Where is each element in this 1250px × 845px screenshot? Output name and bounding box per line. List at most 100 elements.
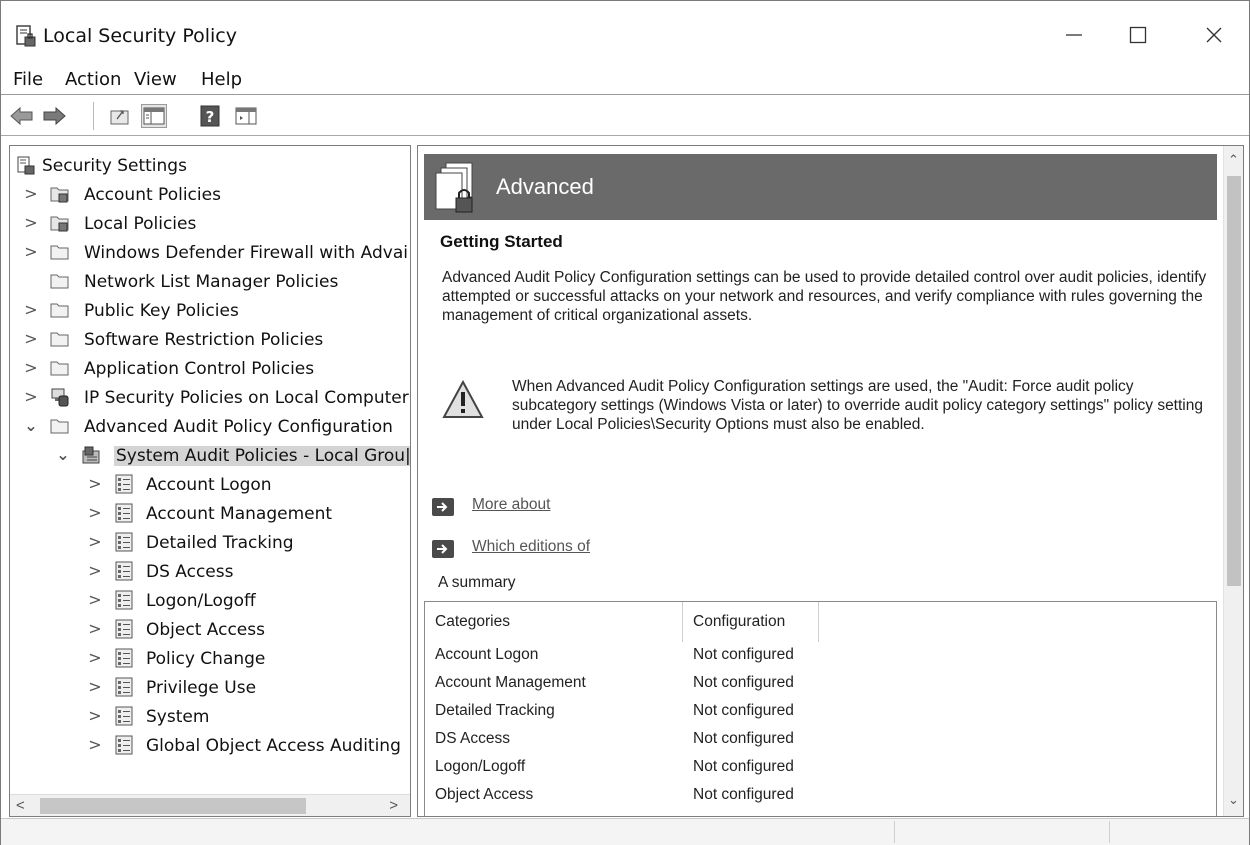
tree-item-ds-access[interactable]: > DS Access: [10, 558, 410, 586]
details-vertical-scrollbar[interactable]: ⌃ ⌄: [1223, 146, 1243, 816]
scrollbar-thumb[interactable]: [40, 798, 306, 814]
maximize-button[interactable]: [1115, 15, 1161, 55]
expand-chevron-icon[interactable]: >: [88, 620, 102, 638]
configuration-cell: Not configured: [693, 786, 794, 803]
console-tree-pane[interactable]: Security Settings > Account Policies > L…: [9, 145, 411, 817]
back-button[interactable]: [9, 104, 35, 128]
folder-lock-icon: [50, 187, 69, 203]
scrollbar-thumb[interactable]: [1227, 176, 1241, 586]
getting-started-description: Advanced Audit Policy Configuration sett…: [442, 269, 1207, 324]
tree-item-application-control[interactable]: > Application Control Policies: [10, 355, 410, 383]
expand-chevron-icon[interactable]: >: [88, 475, 102, 493]
close-button[interactable]: [1191, 15, 1237, 55]
expand-chevron-icon[interactable]: >: [88, 678, 102, 696]
tree-label: Account Policies: [84, 185, 221, 205]
collapse-chevron-icon[interactable]: ⌄: [56, 446, 70, 464]
menu-help[interactable]: Help: [201, 69, 242, 90]
audit-policies-icon: [82, 446, 100, 464]
expand-chevron-icon[interactable]: >: [24, 243, 38, 261]
expand-chevron-icon[interactable]: >: [24, 359, 38, 377]
show-hide-console-tree-button[interactable]: [141, 104, 167, 128]
configuration-cell: Not configured: [693, 758, 794, 775]
tree-item-logon-logoff[interactable]: > Logon/Logoff: [10, 587, 410, 615]
show-hide-action-pane-button[interactable]: [233, 104, 259, 128]
configuration-cell: Not configured: [693, 702, 794, 719]
scroll-right-icon[interactable]: >: [389, 797, 398, 814]
link-text[interactable]: More about: [472, 496, 550, 514]
help-button[interactable]: ?: [197, 104, 223, 128]
expand-chevron-icon[interactable]: >: [24, 214, 38, 232]
tree-item-software-restriction[interactable]: > Software Restriction Policies: [10, 326, 410, 354]
expand-chevron-icon[interactable]: >: [88, 533, 102, 551]
tree-label: Advanced Audit Policy Configuration: [84, 417, 393, 437]
tree-item-system-audit-policies[interactable]: ⌄ System Audit Policies - Local Grou|: [10, 442, 410, 470]
tree-item-privilege-use[interactable]: > Privilege Use: [10, 674, 410, 702]
tree-item-object-access[interactable]: > Object Access: [10, 616, 410, 644]
table-row: Object Access Not configured: [425, 782, 825, 810]
table-row: Account Management Not configured: [425, 670, 825, 698]
forward-icon: [43, 107, 66, 125]
minimize-icon: [1066, 34, 1082, 36]
getting-started-heading: Getting Started: [440, 232, 563, 251]
link-text[interactable]: Which editions of: [472, 538, 590, 556]
scroll-left-icon[interactable]: <: [16, 797, 25, 814]
policy-list-icon: [115, 648, 133, 668]
tree-label: Global Object Access Auditing: [146, 736, 401, 756]
tree-label: Policy Change: [146, 649, 266, 669]
expand-chevron-icon[interactable]: >: [88, 649, 102, 667]
scroll-up-icon[interactable]: ⌃: [1228, 152, 1239, 168]
tree-label: Application Control Policies: [84, 359, 315, 379]
policy-list-icon: [115, 474, 133, 494]
tree-item-local-policies[interactable]: > Local Policies: [10, 210, 410, 238]
expand-chevron-icon[interactable]: >: [88, 707, 102, 725]
tree-item-account-management[interactable]: > Account Management: [10, 500, 410, 528]
tree-label: Network List Manager Policies: [84, 272, 339, 292]
details-pane: Advanced Getting Started Advanced Audit …: [417, 145, 1244, 817]
tree-item-public-key-policies[interactable]: > Public Key Policies: [10, 297, 410, 325]
up-one-level-button[interactable]: [107, 104, 133, 128]
expand-chevron-icon[interactable]: >: [88, 591, 102, 609]
tree-label: System Audit Policies - Local Grou|: [114, 446, 411, 466]
tree-horizontal-scrollbar[interactable]: < >: [10, 794, 410, 816]
tree-item-policy-change[interactable]: > Policy Change: [10, 645, 410, 673]
up-folder-icon: [110, 110, 129, 125]
folder-icon: [50, 419, 69, 434]
scroll-down-icon[interactable]: ⌄: [1228, 792, 1239, 808]
tree-item-ip-security-policies[interactable]: > IP Security Policies on Local Computer: [10, 384, 410, 412]
expand-chevron-icon[interactable]: >: [88, 504, 102, 522]
policy-list-icon: [115, 677, 133, 697]
maximize-icon: [1129, 26, 1147, 44]
tree-item-system[interactable]: > System: [10, 703, 410, 731]
tree-item-detailed-tracking[interactable]: > Detailed Tracking: [10, 529, 410, 557]
tree-label: Object Access: [146, 620, 265, 640]
status-separator: [1109, 821, 1110, 843]
warning-icon: [442, 380, 484, 418]
expand-chevron-icon[interactable]: >: [24, 330, 38, 348]
expand-chevron-icon[interactable]: >: [88, 562, 102, 580]
column-header-categories[interactable]: Categories: [425, 602, 683, 642]
expand-chevron-icon[interactable]: >: [24, 185, 38, 203]
menu-view[interactable]: View: [134, 69, 177, 90]
security-settings-icon: [17, 156, 35, 175]
tree-item-account-policies[interactable]: > Account Policies: [10, 181, 410, 209]
tree-item-windows-defender-firewall[interactable]: > Windows Defender Firewall with Advai: [10, 239, 410, 267]
tree-item-account-logon[interactable]: > Account Logon: [10, 471, 410, 499]
app-icon: [16, 25, 36, 47]
expand-chevron-icon[interactable]: >: [88, 736, 102, 754]
column-header-configuration[interactable]: Configuration: [683, 602, 819, 642]
title-bar[interactable]: Local Security Policy: [1, 1, 1249, 67]
minimize-button[interactable]: [1051, 15, 1097, 55]
summary-label: A summary: [438, 574, 516, 591]
tree-item-advanced-audit-policy[interactable]: ⌄ Advanced Audit Policy Configuration: [10, 413, 410, 441]
tree-item-network-list-manager[interactable]: Network List Manager Policies: [10, 268, 410, 296]
forward-button[interactable]: [41, 104, 67, 128]
expand-chevron-icon[interactable]: >: [24, 388, 38, 406]
menu-file[interactable]: File: [13, 69, 43, 90]
menu-action[interactable]: Action: [65, 69, 121, 90]
collapse-chevron-icon[interactable]: ⌄: [24, 417, 38, 435]
expand-chevron-icon[interactable]: >: [24, 301, 38, 319]
tree-item-global-object-access-auditing[interactable]: > Global Object Access Auditing: [10, 732, 410, 760]
tree-root-security-settings[interactable]: Security Settings: [10, 152, 410, 180]
folder-icon: [50, 303, 69, 318]
close-icon: [1206, 27, 1222, 43]
